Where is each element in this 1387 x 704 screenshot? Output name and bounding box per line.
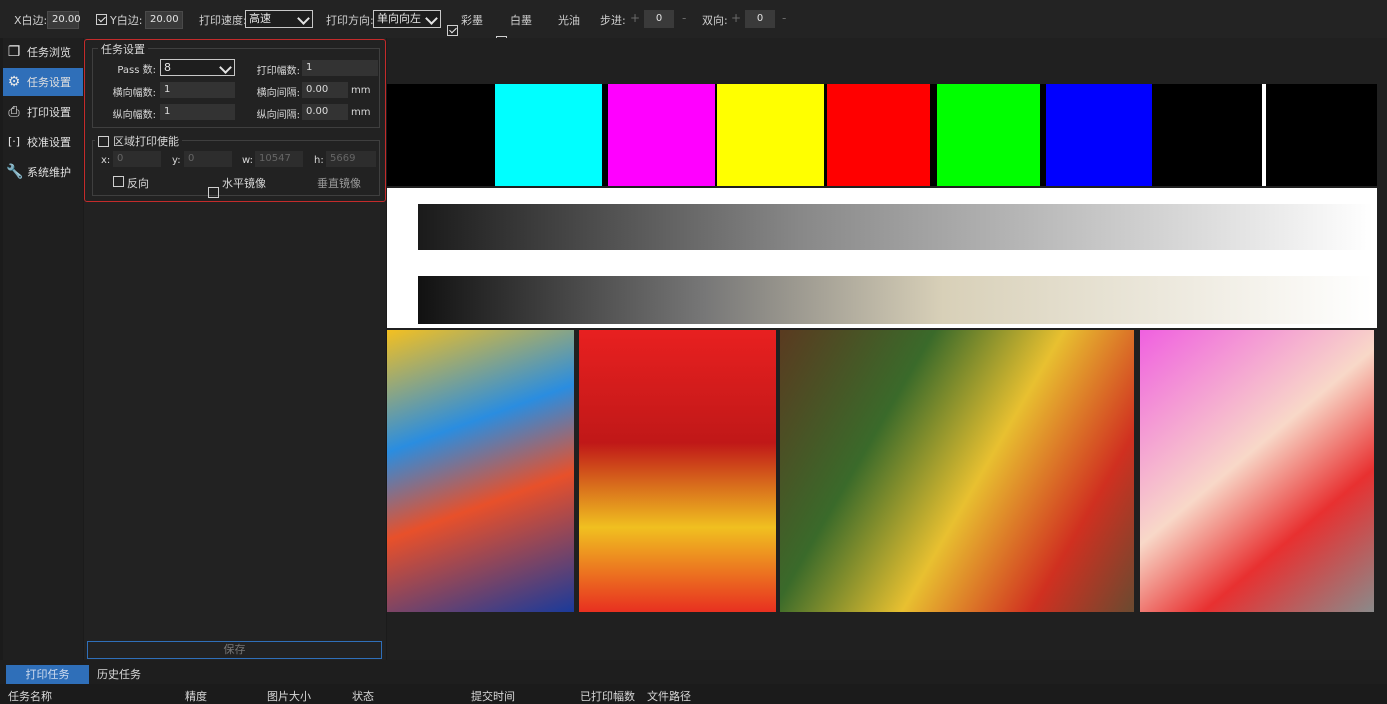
document-copy-icon: ❐ [7, 44, 21, 60]
direction-select[interactable]: 单向向左 [373, 10, 441, 28]
bottom-tab-bar [0, 660, 1387, 684]
printer-icon: ⎙ [8, 104, 20, 120]
chevron-down-icon [297, 12, 310, 25]
color-ink-checkbox[interactable] [447, 25, 458, 36]
swatch-yellow [717, 84, 824, 186]
sidebar-item-label: 任务设置 [27, 76, 71, 89]
gear-icon: ⚙ [7, 74, 21, 90]
sample-image-3 [780, 330, 1134, 612]
y-margin-input[interactable]: 20.00 [145, 11, 183, 29]
sidebar-item-maintenance[interactable]: 🔧 系统维护 [3, 158, 83, 186]
gray-gradient [418, 204, 1373, 250]
top-toolbar: X白边: 20.00 Y白边: 20.00 打印速度: 高速 打印方向: 单向向… [0, 0, 1387, 58]
sample-image-1 [387, 330, 574, 612]
color-bar-strip [387, 84, 1377, 186]
swatch-cyan [495, 84, 602, 186]
highlight-frame [84, 39, 386, 202]
bidir-input[interactable]: 0 [745, 10, 775, 28]
step-plus-button[interactable]: + [630, 11, 640, 25]
sidebar-item-label: 校准设置 [27, 136, 71, 149]
step-minus-button[interactable]: - [682, 11, 686, 25]
color-ink-label: 彩墨 [461, 14, 483, 27]
step-input[interactable]: 0 [644, 10, 674, 28]
sidebar-item-task-settings[interactable]: ⚙ 任务设置 [3, 68, 83, 96]
x-margin-label: X白边: [14, 14, 48, 27]
wrench-icon: 🔧 [6, 164, 24, 180]
chevron-down-icon [425, 12, 438, 25]
swatch-divider [1262, 84, 1266, 186]
step-label: 步进: [600, 14, 626, 27]
speed-select[interactable]: 高速 [245, 10, 313, 28]
swatch-magenta [608, 84, 715, 186]
sidebar-item-label: 任务浏览 [27, 46, 71, 59]
bidir-minus-button[interactable]: - [782, 11, 786, 25]
tab-history-tasks[interactable]: 历史任务 [89, 665, 149, 684]
swatch-blue [1046, 84, 1152, 186]
swatch-red [827, 84, 930, 186]
varnish-label: 光油 [558, 14, 580, 27]
x-margin-input[interactable]: 20.00 [47, 11, 81, 29]
speed-label: 打印速度: [199, 14, 247, 27]
gradient-area [387, 188, 1377, 328]
calibration-icon: [·] [7, 135, 21, 148]
y-margin-label: Y白边: [110, 14, 143, 27]
tab-print-tasks[interactable]: 打印任务 [6, 665, 89, 684]
sidebar-item-task-browse[interactable]: ❐ 任务浏览 [3, 38, 83, 66]
task-table-header [0, 686, 1387, 702]
speed-value: 高速 [249, 12, 271, 25]
sidebar-item-print-settings[interactable]: ⎙ 打印设置 [3, 98, 83, 126]
sidebar-item-label: 系统维护 [27, 166, 71, 179]
print-preview [387, 38, 1387, 660]
y-margin-checkbox[interactable] [96, 14, 107, 25]
sample-image-2 [579, 330, 776, 612]
sidebar-item-calibration[interactable]: [·] 校准设置 [3, 128, 83, 156]
sample-image-4 [1140, 330, 1374, 612]
swatch-green [937, 84, 1040, 186]
direction-value: 单向向左 [377, 12, 421, 25]
direction-label: 打印方向: [326, 14, 374, 27]
bidir-plus-button[interactable]: + [731, 11, 741, 25]
bidir-label: 双向: [702, 14, 728, 27]
sidebar-item-label: 打印设置 [27, 106, 71, 119]
white-ink-label: 白墨 [510, 14, 532, 27]
warm-gradient [418, 276, 1373, 324]
save-button[interactable]: 保存 [87, 641, 382, 659]
